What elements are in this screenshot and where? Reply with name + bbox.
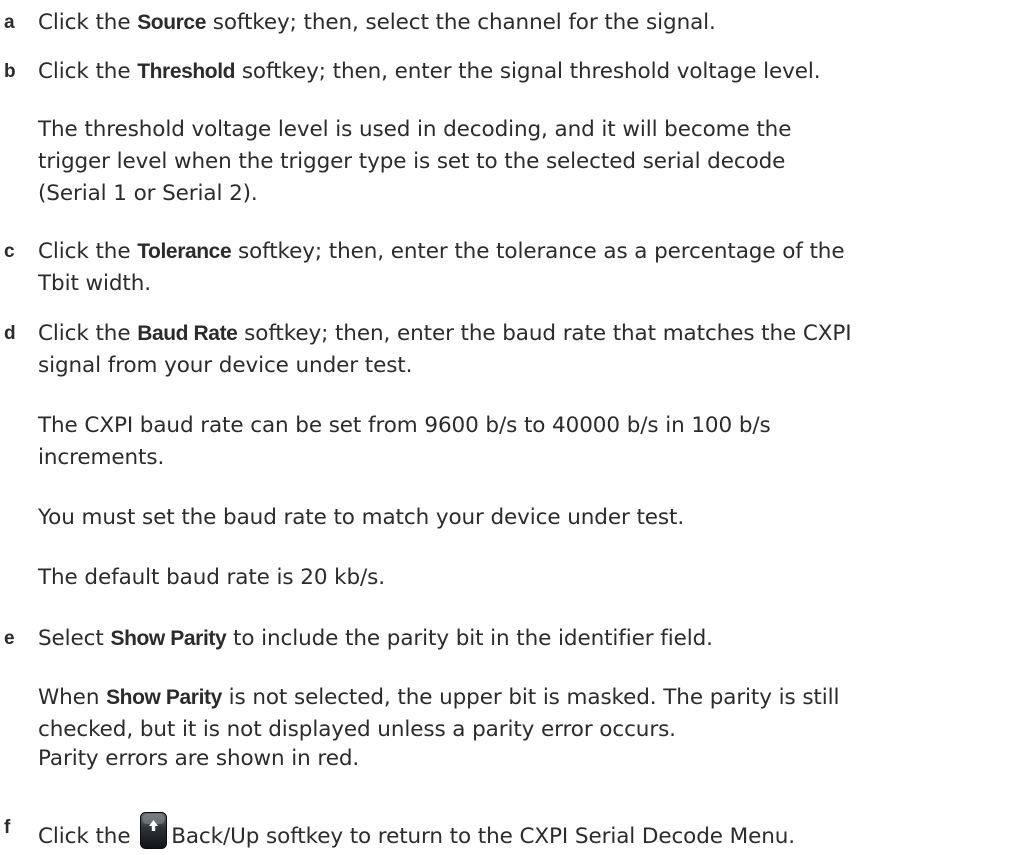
step-a: a Click the Source softkey; then, select… (0, 7, 1013, 39)
step-d-note-range: The CXPI baud rate can be set from 9600 … (0, 410, 1013, 474)
step-letter: e (4, 628, 15, 649)
note-line: You must set the baud rate to match your… (38, 505, 685, 530)
softkey-name: Baud Rate (137, 322, 238, 345)
step-d: d Click the Baud Rate softkey; then, ent… (0, 318, 1013, 382)
step-text-pre: Click the (38, 59, 138, 84)
step-text-post: Back/Up softkey to return to the CXPI Se… (171, 824, 796, 849)
step-text-pre: Click the (38, 10, 138, 35)
softkey-name: Source (137, 11, 206, 34)
step-letter: c (4, 241, 15, 262)
step-text-post: softkey; then, enter the baud rate that … (237, 321, 852, 346)
step-text-pre: Click the (38, 239, 138, 264)
note-line: The CXPI baud rate can be set from 9600 … (38, 413, 771, 438)
note-text-post: is not selected, the upper bit is masked… (221, 685, 840, 710)
step-e-note-errors: Parity errors are shown in red. (0, 743, 1013, 775)
note-line: increments. (38, 445, 165, 470)
step-text-post: softkey; then, select the channel for th… (205, 10, 716, 35)
note-line: trigger level when the trigger type is s… (38, 149, 786, 174)
step-letter: f (4, 817, 11, 838)
step-text-pre: Select (38, 626, 111, 651)
note-line: checked, but it is not displayed unless … (38, 717, 676, 742)
step-text-post: softkey; then, enter the signal threshol… (235, 59, 821, 84)
note-line: The threshold voltage level is used in d… (38, 117, 792, 142)
step-f: f Click the Back/Up softkey to return to… (0, 812, 1013, 853)
note-line: The default baud rate is 20 kb/s. (38, 565, 386, 590)
note-line: Parity errors are shown in red. (38, 746, 360, 771)
step-d-note-match: You must set the baud rate to match your… (0, 502, 1013, 534)
step-letter: d (4, 323, 16, 344)
option-name: Show Parity (110, 627, 227, 650)
step-text-line2: signal from your device under test. (38, 353, 413, 378)
note-text-pre: When (38, 685, 107, 710)
step-e-note-mask: When Show Parity is not selected, the up… (0, 682, 1013, 746)
step-text-pre: Click the (38, 321, 138, 346)
softkey-name: Threshold (137, 60, 236, 83)
back-up-softkey-icon (140, 812, 168, 849)
option-name: Show Parity (106, 686, 222, 709)
step-e: e Select Show Parity to include the pari… (0, 623, 1013, 655)
step-text-post: to include the parity bit in the identif… (226, 626, 713, 651)
step-text-line2: Tbit width. (38, 271, 152, 296)
step-d-note-default: The default baud rate is 20 kb/s. (0, 562, 1013, 594)
step-b-note: The threshold voltage level is used in d… (0, 114, 1013, 210)
step-b: b Click the Threshold softkey; then, ent… (0, 56, 1013, 88)
note-line: (Serial 1 or Serial 2). (38, 181, 258, 206)
step-text-pre: Click the (38, 824, 138, 849)
step-c: c Click the Tolerance softkey; then, ent… (0, 236, 1013, 300)
step-letter: b (4, 61, 16, 82)
step-letter: a (4, 12, 15, 33)
step-text-post: softkey; then, enter the tolerance as a … (231, 239, 845, 264)
softkey-name: Tolerance (137, 240, 232, 263)
